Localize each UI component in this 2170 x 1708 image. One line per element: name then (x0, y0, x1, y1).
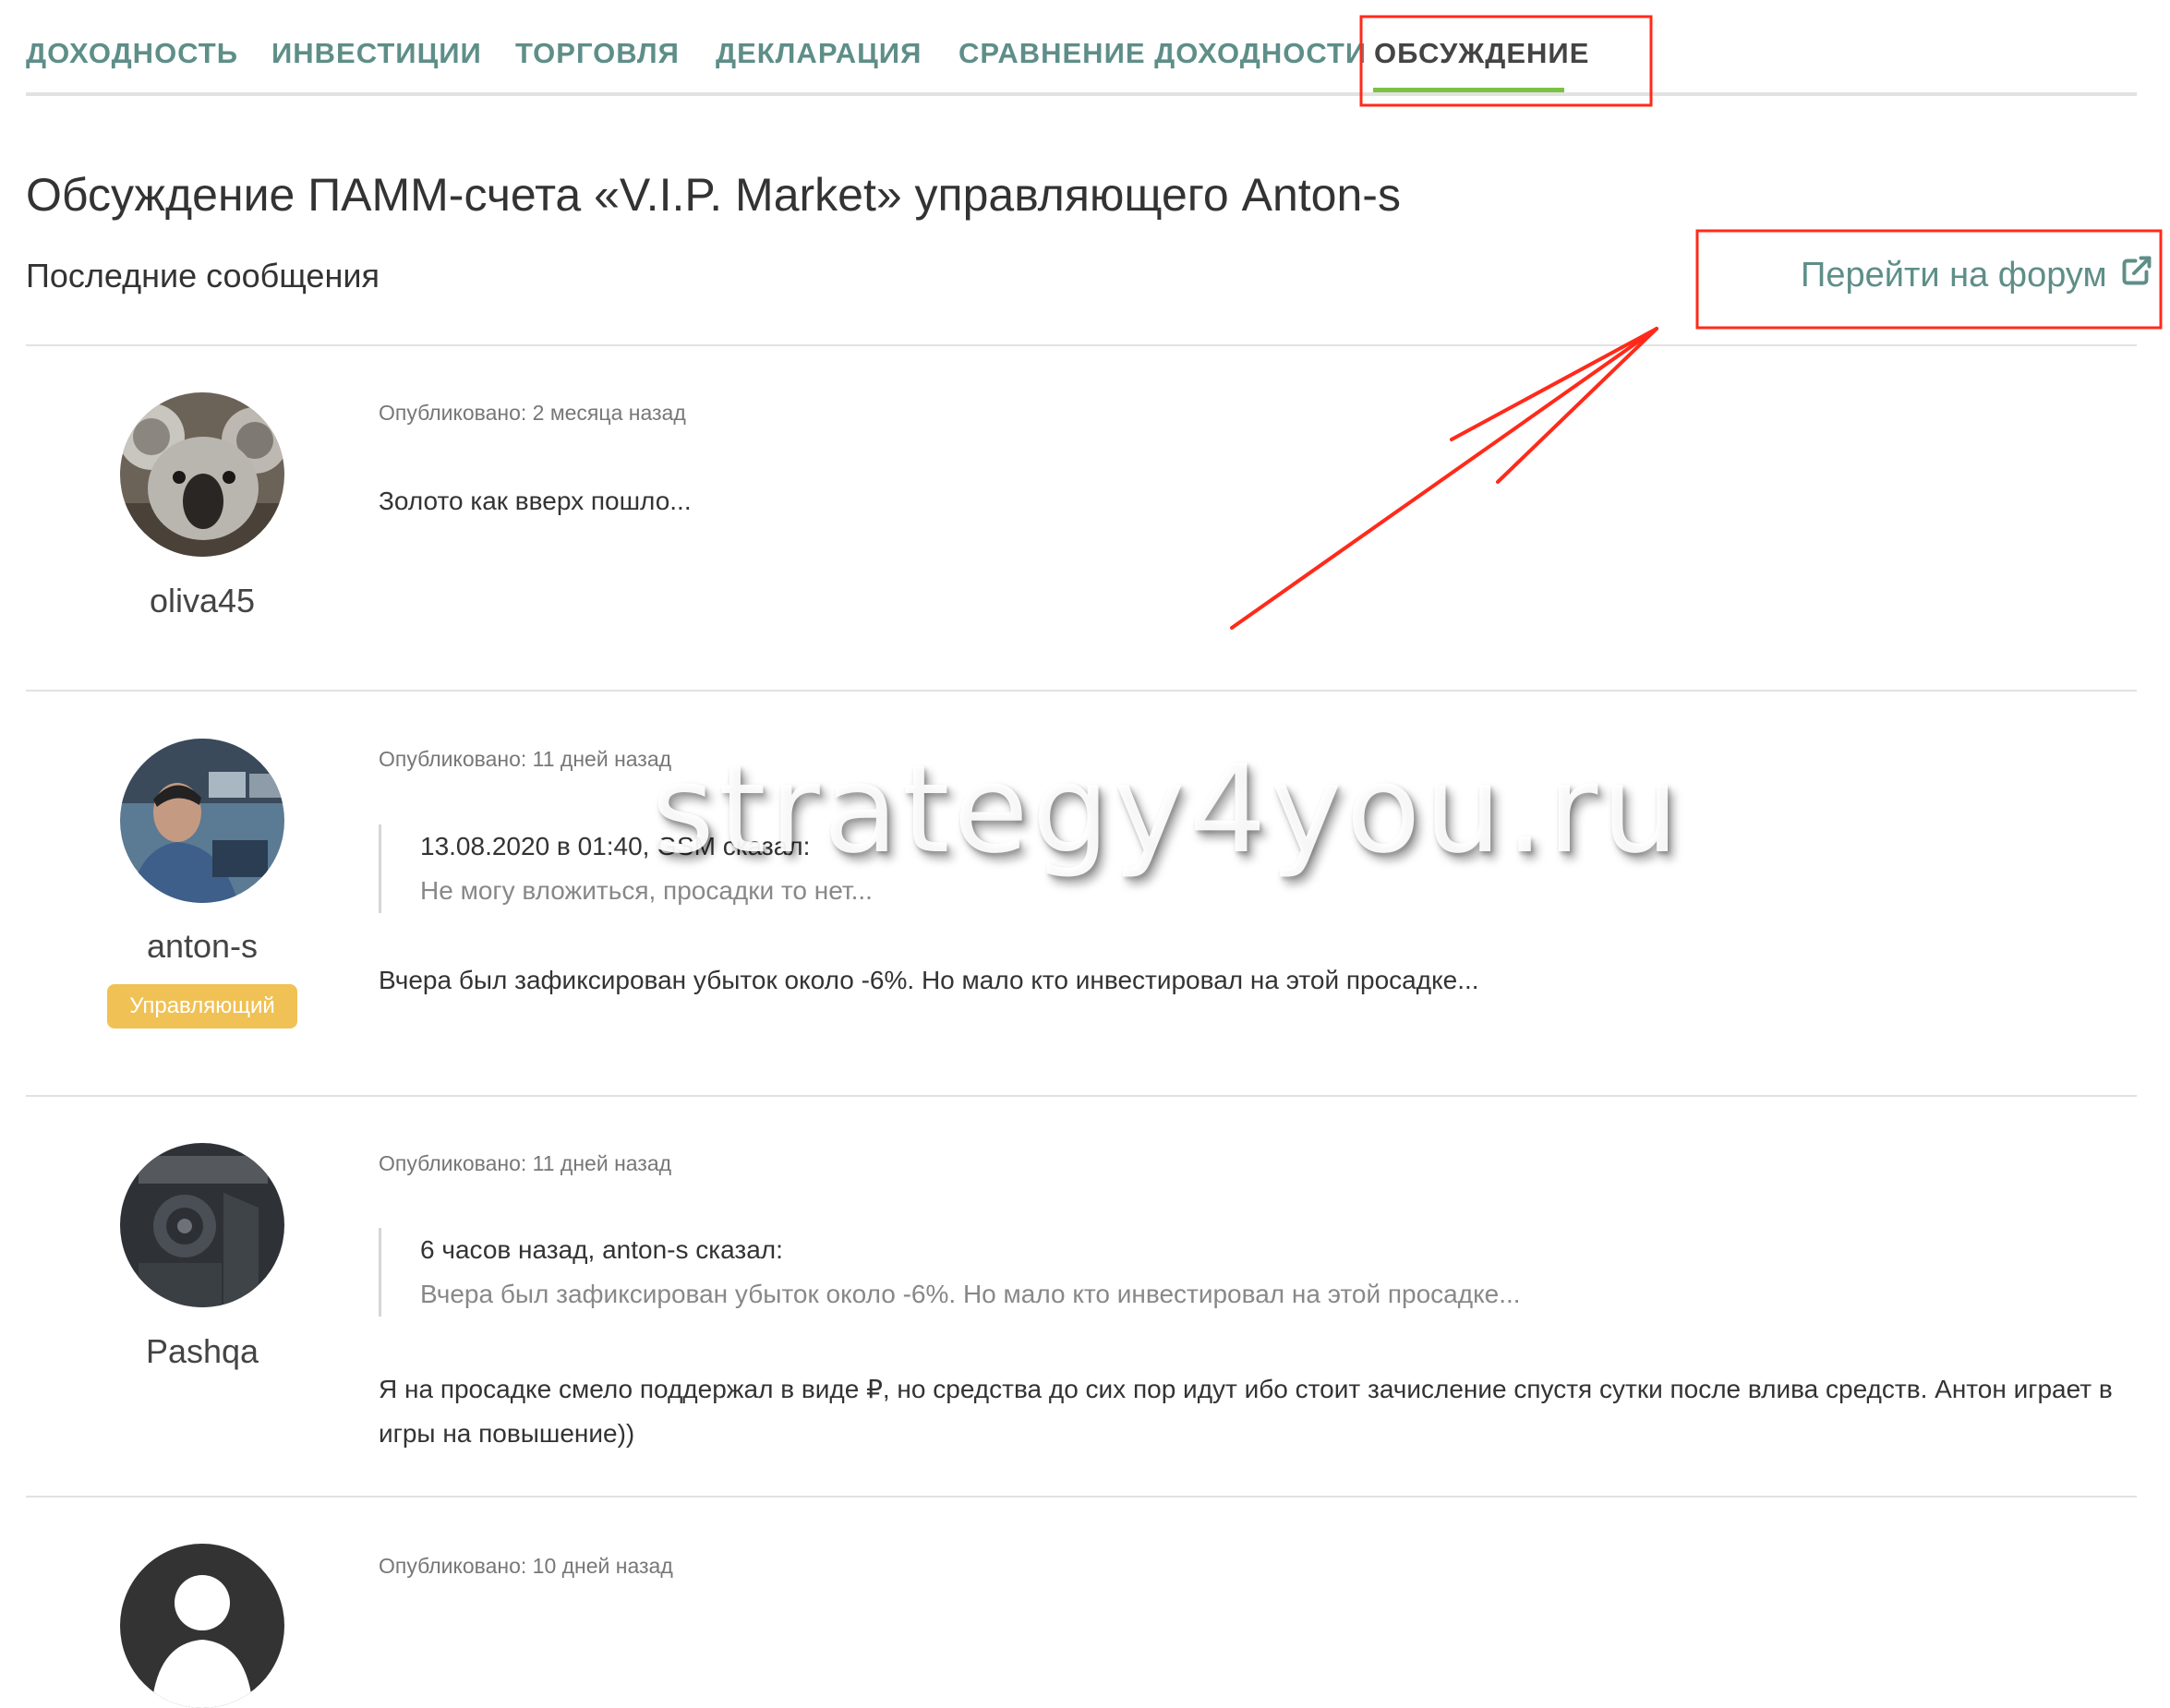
quote-author: 6 часов назад, anton-s сказал: (420, 1235, 783, 1264)
annotation-arrow (1230, 327, 1658, 630)
watermark: strategy4you.ru (651, 739, 1682, 881)
post-username[interactable]: anton-s (72, 927, 332, 966)
tab-profit-comparison[interactable]: СРАВНЕНИЕ ДОХОДНОСТИ (958, 37, 1367, 70)
quote-text: Вчера был зафиксирован убыток около -6%.… (420, 1280, 1521, 1308)
active-tab-indicator (1373, 88, 1564, 92)
tab-trading[interactable]: ТОРГОВЛЯ (515, 37, 680, 70)
tab-profitability[interactable]: ДОХОДНОСТЬ (26, 37, 238, 70)
go-to-forum-link[interactable]: Перейти на форум (1801, 254, 2153, 296)
page-title: Обсуждение ПАММ-счета «V.I.P. Market» уп… (26, 169, 1401, 221)
tab-investments[interactable]: ИНВЕСТИЦИИ (271, 37, 482, 70)
divider (26, 1095, 2137, 1097)
divider (26, 690, 2137, 692)
tab-bar: ДОХОДНОСТЬ ИНВЕСТИЦИИ ТОРГОВЛЯ ДЕКЛАРАЦИ… (26, 0, 2137, 96)
post-text: Я на просадке смело поддержал в виде ₽, … (379, 1375, 2113, 1448)
trader-avatar[interactable] (120, 739, 284, 903)
koala-avatar[interactable] (120, 392, 284, 557)
post-text: Вчера был зафиксирован убыток около -6%.… (379, 966, 1479, 994)
post-text: Золото как вверх пошло... (379, 487, 692, 515)
stone-carving-avatar[interactable] (120, 1143, 284, 1307)
go-to-forum-label: Перейти на форум (1801, 255, 2107, 295)
tab-declaration[interactable]: ДЕКЛАРАЦИЯ (716, 37, 922, 70)
divider (26, 344, 2137, 346)
manager-badge: Управляющий (107, 984, 297, 1028)
post-username[interactable]: oliva45 (72, 582, 332, 620)
external-link-icon (2120, 254, 2153, 296)
divider (26, 1496, 2137, 1498)
post-username[interactable]: Pashqa (72, 1332, 332, 1371)
post-published-date: Опубликовано: 10 дней назад (379, 1554, 673, 1578)
tab-discussion[interactable]: ОБСУЖДЕНИЕ (1374, 37, 1589, 70)
section-title: Последние сообщения (26, 257, 380, 295)
default-user-avatar[interactable] (120, 1544, 284, 1708)
post-quote: 6 часов назад, anton-s сказал: Вчера был… (379, 1228, 1805, 1317)
post-published-date: Опубликовано: 11 дней назад (379, 747, 672, 771)
post-published-date: Опубликовано: 11 дней назад (379, 1151, 672, 1175)
discussion-page: ДОХОДНОСТЬ ИНВЕСТИЦИИ ТОРГОВЛЯ ДЕКЛАРАЦИ… (0, 0, 2170, 1708)
post-published-date: Опубликовано: 2 месяца назад (379, 401, 686, 425)
